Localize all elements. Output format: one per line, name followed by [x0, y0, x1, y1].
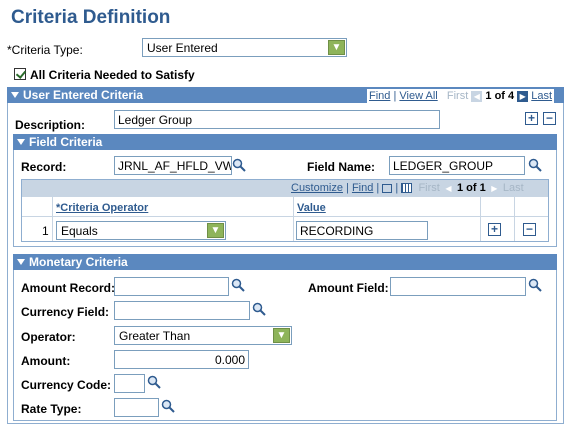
grid-row-range: 1 of 1	[456, 182, 486, 194]
add-row-button[interactable]: +	[525, 112, 538, 125]
rate-type-input[interactable]	[114, 398, 159, 417]
chevron-down-icon[interactable]: ▼	[273, 328, 290, 343]
record-input[interactable]: JRNL_AF_HFLD_VW	[114, 156, 232, 175]
grid-divider	[480, 197, 481, 241]
next-icon[interactable]: ▶	[517, 90, 529, 102]
grid-find-link[interactable]: Find	[352, 182, 373, 194]
currency-field-input[interactable]	[114, 301, 250, 320]
collapse-icon[interactable]	[17, 139, 25, 145]
grid-first-label: First	[418, 182, 440, 194]
amount-input[interactable]: 0.000	[114, 350, 249, 369]
collapse-icon[interactable]	[17, 259, 25, 265]
col-criteria-operator[interactable]: *Criteria Operator	[56, 202, 148, 214]
description-input[interactable]: Ledger Group	[114, 110, 440, 129]
grid-last-label: Last	[502, 182, 524, 194]
grid-divider	[514, 197, 515, 241]
delete-row-button[interactable]: −	[523, 223, 536, 236]
operator-label: Operator:	[21, 330, 76, 344]
grid-divider	[293, 197, 294, 241]
customize-link[interactable]: Customize	[291, 182, 343, 194]
magnifier-icon[interactable]	[231, 278, 245, 292]
value-input[interactable]: RECORDING	[296, 221, 428, 240]
amount-label: Amount:	[21, 354, 71, 368]
field-name-label: Field Name:	[307, 160, 376, 174]
operator-select[interactable]: Greater Than ▼	[114, 326, 292, 345]
description-label: Description:	[15, 118, 86, 132]
criteria-type-value: User Entered	[147, 41, 218, 55]
spreadsheet-icon[interactable]	[401, 183, 413, 194]
first-label: First	[446, 90, 469, 102]
criteria-operator-value: Equals	[61, 224, 98, 238]
currency-code-input[interactable]	[114, 374, 145, 393]
operator-value: Greater Than	[119, 329, 191, 343]
prev-icon: ◀	[442, 182, 454, 194]
last-link[interactable]: Last	[531, 90, 552, 102]
collapse-icon[interactable]	[11, 92, 19, 98]
col-value[interactable]: Value	[297, 202, 326, 214]
amount-record-input[interactable]	[114, 277, 229, 296]
currency-code-label: Currency Code:	[21, 378, 112, 392]
monetary-criteria-header[interactable]: Monetary Criteria	[13, 254, 557, 270]
find-link[interactable]: Find	[369, 90, 390, 102]
add-row-button[interactable]: +	[488, 223, 501, 236]
grid-divider	[52, 197, 53, 241]
field-criteria-title: Field Criteria	[29, 135, 103, 149]
magnifier-icon[interactable]	[161, 399, 175, 413]
all-criteria-label: All Criteria Needed to Satisfy	[30, 68, 195, 82]
next-icon: ▶	[488, 182, 500, 194]
all-criteria-checkbox[interactable]	[14, 68, 26, 80]
magnifier-icon[interactable]	[528, 278, 542, 292]
row-number: 1	[42, 224, 49, 238]
magnifier-icon[interactable]	[232, 158, 246, 172]
criteria-type-select[interactable]: User Entered ▼	[142, 38, 347, 57]
criteria-operator-select[interactable]: Equals ▼	[56, 221, 226, 240]
field-criteria-header[interactable]: Field Criteria	[13, 134, 557, 150]
magnifier-icon[interactable]	[252, 302, 266, 316]
rate-type-label: Rate Type:	[21, 402, 82, 416]
magnifier-icon[interactable]	[528, 158, 542, 172]
view-all-grid-icon[interactable]	[382, 183, 393, 193]
user-entered-title: User Entered Criteria	[23, 88, 144, 102]
chevron-down-icon[interactable]: ▼	[328, 40, 345, 55]
chevron-down-icon[interactable]: ▼	[207, 223, 224, 238]
record-label: Record:	[21, 160, 67, 174]
delete-row-button[interactable]: −	[543, 112, 556, 125]
field-name-input[interactable]: LEDGER_GROUP	[389, 156, 525, 175]
amount-record-label: Amount Record:	[21, 281, 115, 295]
magnifier-icon[interactable]	[147, 375, 161, 389]
amount-field-input[interactable]	[390, 277, 526, 296]
page-title: Criteria Definition	[11, 7, 171, 28]
grid-nav: Customize | Find | | First ◀ 1 of 1 ▶ La…	[291, 182, 524, 194]
prev-icon: ◀	[471, 90, 483, 102]
view-all-link[interactable]: View All	[399, 90, 437, 102]
monetary-criteria-title: Monetary Criteria	[29, 255, 128, 269]
criteria-type-label: *Criteria Type:	[7, 43, 83, 57]
currency-field-label: Currency Field:	[21, 305, 110, 319]
user-entered-nav: Find | View All First ◀ 1 of 4 ▶ Last	[367, 89, 555, 103]
amount-field-label: Amount Field:	[308, 281, 389, 295]
row-range: 1 of 4	[485, 90, 515, 102]
